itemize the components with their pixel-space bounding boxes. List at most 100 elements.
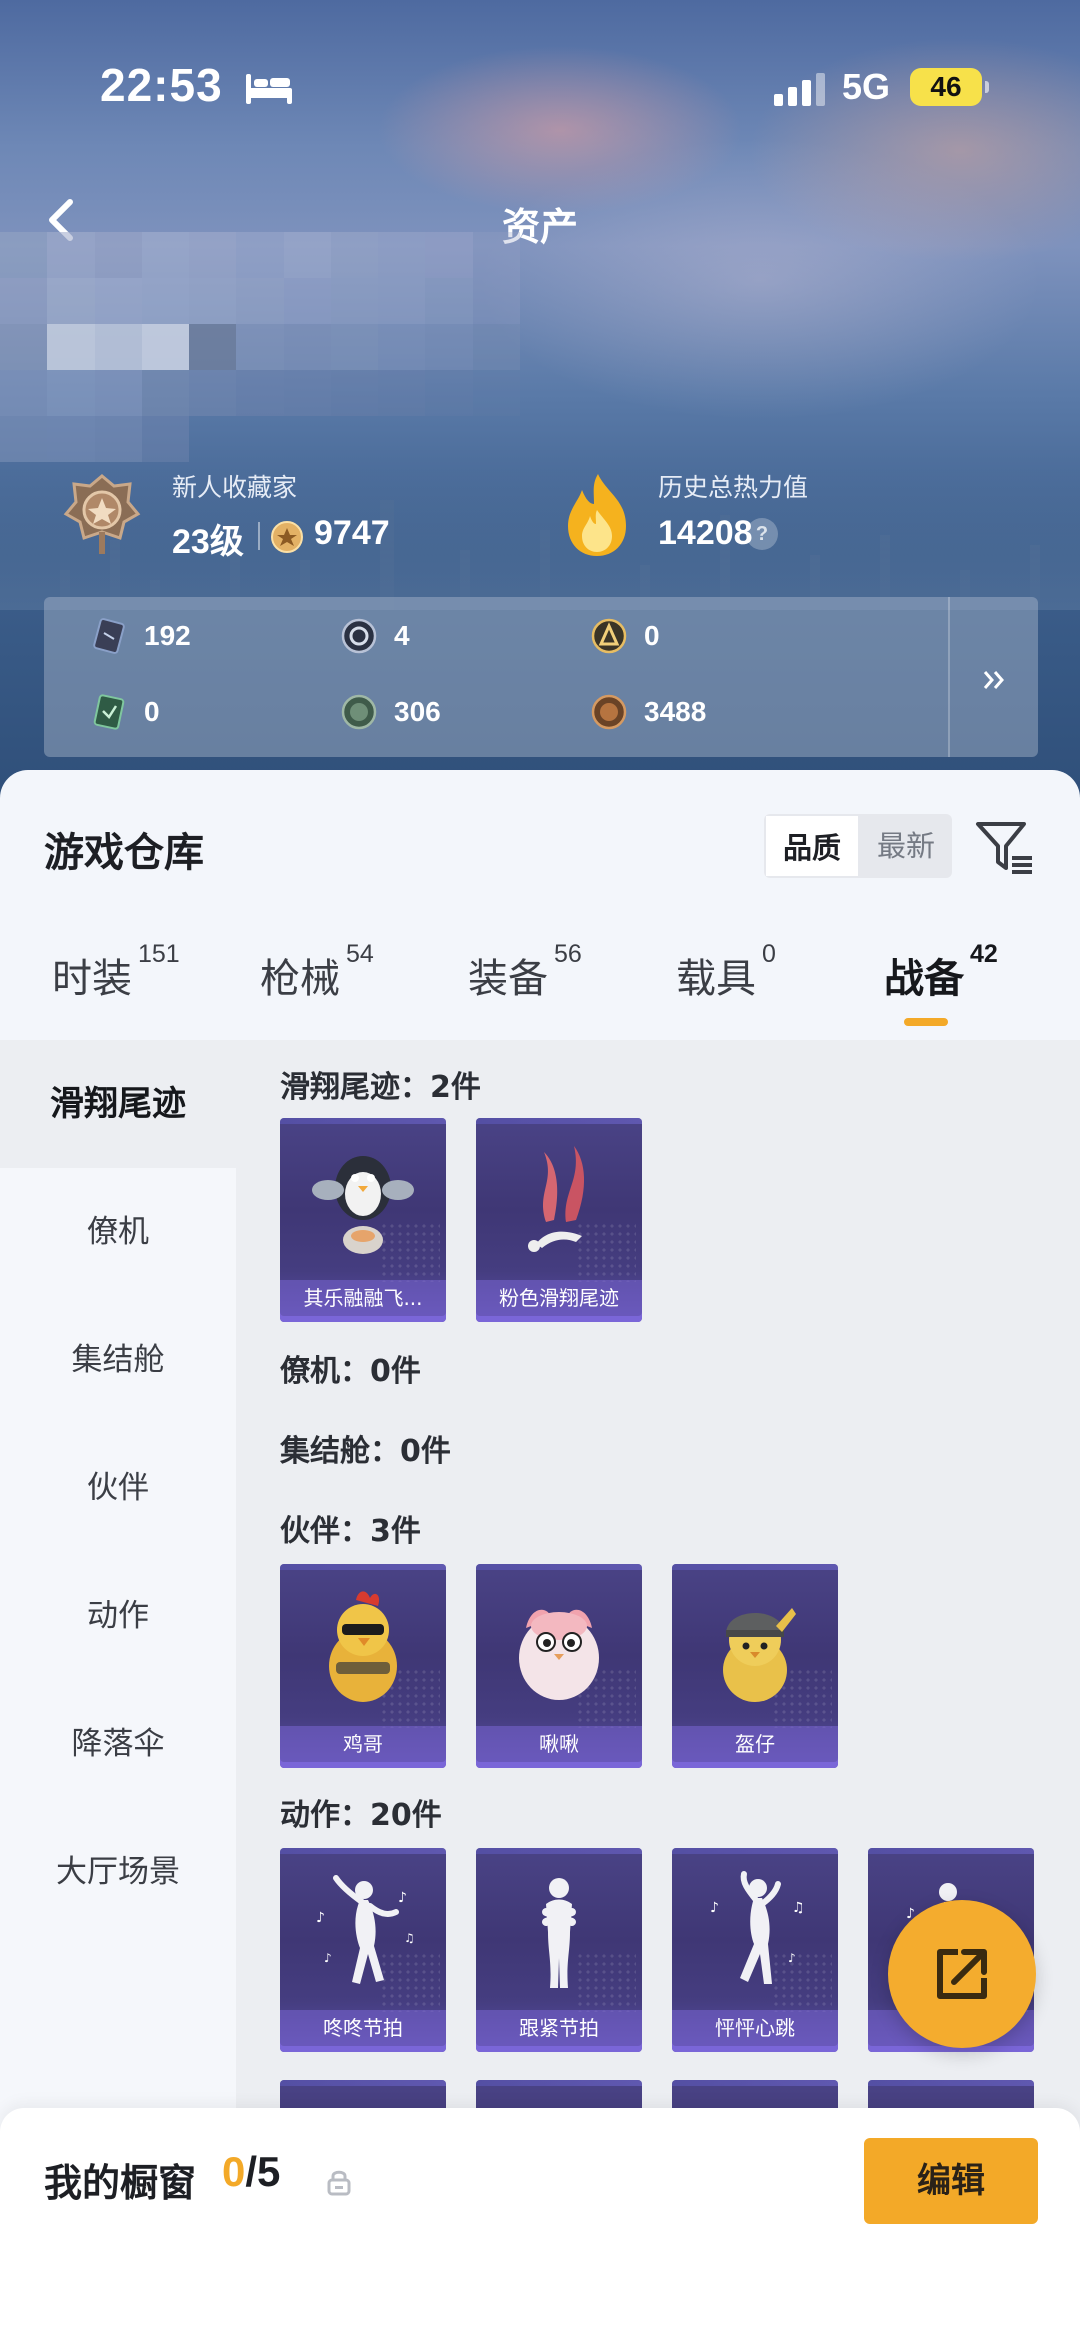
rank-title: 新人收藏家 (172, 473, 298, 502)
currency-item: 192 (90, 617, 191, 655)
section-heading: 滑翔尾迹：2件 (280, 1070, 481, 1105)
svg-text:♪: ♪ (324, 1951, 332, 1965)
section-heading: 集结舱：0件 (280, 1434, 451, 1469)
tab-fashion[interactable]: 时装151 (52, 940, 180, 1004)
currency-item: 4 (340, 617, 410, 655)
hero-background: 22:53 5G 46 资产 新人收藏家 23级 9747 历史总热力值 142… (0, 0, 1080, 820)
item-name: 啾啾 (476, 1726, 642, 1762)
flame-icon (568, 474, 626, 556)
currency-value: 0 (144, 696, 160, 727)
status-bar: 22:53 5G 46 (0, 0, 1080, 180)
total-heat[interactable]: 历史总热力值 14208 ? (560, 462, 920, 562)
section-heading: 动作：20件 (280, 1798, 442, 1833)
showcase-total: /5 (245, 2148, 281, 2195)
side-item-parachute[interactable]: 降落伞 (0, 1680, 236, 1808)
side-item-wingman[interactable]: 僚机 (0, 1168, 236, 1296)
side-item-glide-trail[interactable]: 滑翔尾迹 (0, 1040, 236, 1168)
heat-value: 14208 (658, 514, 753, 552)
section-heading: 伙伴：3件 (280, 1514, 421, 1549)
currency-value: 306 (394, 696, 441, 727)
item-name: 跟紧节拍 (476, 2010, 642, 2046)
svg-text:♪: ♪ (710, 1900, 719, 1916)
tab-count: 0 (762, 940, 776, 968)
edit-button[interactable]: 编辑 (864, 2138, 1038, 2224)
item-card[interactable]: 粉色滑翔尾迹 (476, 1118, 642, 1322)
showcase-bar: 我的橱窗 0/5 编辑 (0, 2108, 1080, 2348)
collector-level[interactable]: 新人收藏家 23级 9747 (62, 462, 422, 562)
tab-label: 载具 (676, 956, 756, 1002)
currency-item: 306 (340, 693, 441, 731)
heartbeat-dance-icon: ♪ ♫ ♪ (710, 1871, 805, 1984)
active-tab-indicator (904, 1018, 948, 1026)
tab-label: 装备 (468, 956, 548, 1002)
side-item-emote[interactable]: 动作 (0, 1552, 236, 1680)
currency-value: 0 (644, 620, 660, 651)
item-card[interactable]: 其乐融融飞... (280, 1118, 446, 1322)
showcase-current: 0 (222, 2148, 246, 2195)
sleep-bed-icon (246, 74, 292, 104)
tab-combat-gear[interactable]: 战备42 (884, 940, 998, 1004)
tab-vehicles[interactable]: 载具0 (676, 940, 776, 1004)
svg-text:♫: ♫ (404, 1931, 415, 1945)
double-chevron-right-icon (983, 670, 1004, 689)
item-card[interactable]: 啾啾 (476, 1564, 642, 1768)
dancing-figure-icon: ♪ ♪ ♫ ♪ (316, 1875, 415, 1984)
item-card[interactable]: 盔仔 (672, 1564, 838, 1768)
sort-quality-button[interactable]: 品质 (764, 814, 860, 878)
helmet-chick-companion-icon (723, 1608, 796, 1702)
tab-guns[interactable]: 枪械54 (260, 940, 374, 1004)
section-heading: 僚机：0件 (280, 1354, 421, 1389)
chicken-companion-icon (329, 1591, 397, 1702)
svg-text:♪: ♪ (316, 1910, 325, 1926)
currency-value: 192 (144, 620, 191, 651)
collector-coin-value: 9747 (314, 514, 390, 552)
share-fab[interactable] (888, 1900, 1036, 2048)
heat-title: 历史总热力值 (658, 473, 809, 502)
currency-panel: 192 4 0 0 306 3488 (44, 597, 1038, 757)
item-name: 鸡哥 (280, 1726, 446, 1762)
help-icon[interactable]: ? (746, 518, 778, 550)
bronze-coin-icon (591, 694, 627, 730)
currency-item: 0 (590, 617, 660, 655)
gold-badge-icon (591, 618, 627, 654)
currency-item: 3488 (590, 693, 706, 731)
currency-value: 4 (394, 620, 410, 651)
tab-count: 151 (138, 940, 180, 968)
item-card[interactable]: ♪ ♫ ♪ 怦怦心跳 (672, 1848, 838, 2052)
silver-badge-icon (341, 618, 377, 654)
pixelated-username (0, 232, 520, 462)
showcase-title: 我的橱窗 (44, 2161, 197, 2205)
side-item-lobby-scene[interactable]: 大厅场景 (0, 1808, 236, 1936)
item-card[interactable]: ♪ ♪ ♫ ♪ 咚咚节拍 (280, 1848, 446, 2052)
item-name: 盔仔 (672, 1726, 838, 1762)
item-card[interactable]: 跟紧节拍 (476, 1848, 642, 2052)
item-name: 怦怦心跳 (672, 2010, 838, 2046)
expand-currencies-button[interactable] (950, 597, 1038, 757)
svg-text:♪: ♪ (398, 1890, 407, 1906)
card-icon (93, 618, 125, 654)
collector-level-value: 23级 (172, 523, 244, 561)
side-item-pod[interactable]: 集结舱 (0, 1296, 236, 1424)
side-item-companion[interactable]: 伙伴 (0, 1424, 236, 1552)
tab-label: 枪械 (260, 956, 340, 1002)
svg-text:♫: ♫ (792, 1900, 805, 1916)
sort-newest-button[interactable]: 最新 (860, 814, 952, 878)
currency-item: 0 (90, 693, 160, 731)
rank-medal-icon (63, 474, 141, 554)
tab-equipment[interactable]: 装备56 (468, 940, 582, 1004)
network-type: 5G (842, 66, 891, 107)
item-name: 其乐融融飞... (280, 1280, 446, 1316)
showcase-count: 0/5 (222, 2148, 280, 2196)
green-coin-icon (341, 694, 377, 730)
standing-figure-icon (542, 1878, 576, 1988)
green-ticket-icon (93, 694, 125, 730)
tab-count: 42 (970, 940, 998, 968)
item-card[interactable]: 鸡哥 (280, 1564, 446, 1768)
section-title: 游戏仓库 (44, 830, 204, 876)
tab-count: 54 (346, 940, 374, 968)
lock-icon (327, 2170, 351, 2196)
sort-toggle: 品质 最新 (764, 814, 952, 878)
pink-smoke-trail-icon (528, 1146, 585, 1252)
tab-label: 战备 (884, 956, 964, 1002)
filter-icon[interactable] (974, 818, 1036, 876)
